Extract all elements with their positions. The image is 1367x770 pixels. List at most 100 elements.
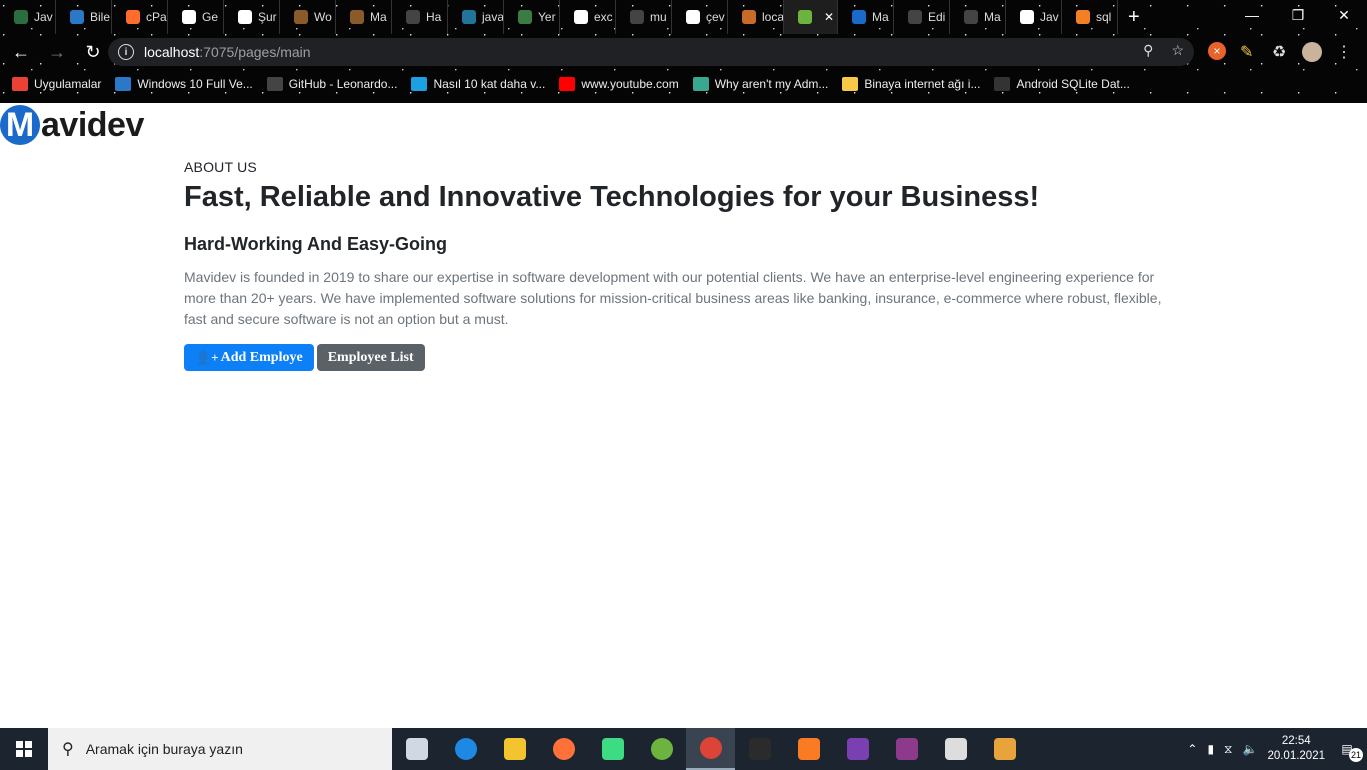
browser-tab[interactable]: Ma [336, 0, 392, 34]
browser-tab[interactable]: Jav [0, 0, 56, 34]
clock[interactable]: 22:54 20.01.2021 [1267, 734, 1325, 764]
bookmark-item[interactable]: Uygulamalar [12, 77, 101, 91]
browser-tab[interactable]: Ha [392, 0, 448, 34]
browser-tab[interactable]: exc [560, 0, 616, 34]
browser-tab[interactable]: loca [728, 0, 784, 34]
browser-tab[interactable]: Bile [56, 0, 112, 34]
bookmark-label: Android SQLite Dat... [1016, 77, 1130, 91]
address-bar[interactable]: i localhost:7075/pages/main ⚲ ☆ [108, 38, 1194, 66]
browser-tab[interactable]: Jav [1006, 0, 1062, 34]
browser-tab[interactable]: Ge [168, 0, 224, 34]
bookmark-label: Uygulamalar [34, 77, 102, 91]
spring-icon [650, 738, 673, 760]
browser-tab[interactable]: sql [1062, 0, 1118, 34]
bookmark-item[interactable]: Android SQLite Dat... [994, 77, 1130, 91]
reload-icon[interactable]: ↻ [78, 37, 108, 67]
tab-label: Jav [1040, 10, 1059, 24]
git-icon [944, 738, 967, 760]
start-button[interactable] [0, 728, 48, 770]
taskbar-app[interactable] [735, 728, 784, 770]
notification-center[interactable]: ▤ 21 [1335, 738, 1363, 762]
browser-tab[interactable]: Şur [224, 0, 280, 34]
bookmark-favicon-icon [12, 77, 28, 91]
back-icon[interactable]: ← [6, 37, 36, 67]
page-title: Fast, Reliable and Innovative Technologi… [184, 181, 1040, 213]
bookmark-favicon-icon [994, 77, 1011, 91]
avatar[interactable] [1302, 42, 1322, 62]
tab-favicon-icon [686, 10, 700, 24]
add-employee-button[interactable]: 👤+ Add Employe [184, 344, 314, 371]
bookmark-item[interactable]: Why aren't my Adm... [692, 77, 828, 91]
zoom-icon[interactable]: ⚲ [1143, 42, 1153, 59]
windows-icon [16, 741, 32, 757]
bookmark-item[interactable]: Nasıl 10 kat daha v... [411, 77, 545, 91]
browser-tab[interactable]: java [448, 0, 504, 34]
section-subtitle: Hard-Working And Easy-Going [184, 234, 448, 254]
extension-icon[interactable]: × [1208, 42, 1226, 60]
browser-tab[interactable]: Ma [950, 0, 1006, 34]
puzzle-icon[interactable]: ♻ [1272, 42, 1286, 62]
bookmarks-bar: Uygulamalar Windows 10 Full Ve... GitHub -… [0, 70, 1367, 98]
terminal-icon [748, 738, 771, 760]
add-user-icon: 👤+ [195, 349, 219, 365]
tab-favicon-icon [406, 10, 420, 24]
menu-icon[interactable]: ⋮ [1336, 42, 1352, 62]
star-icon[interactable]: ☆ [1171, 42, 1184, 59]
wifi-icon[interactable]: ⧖ [1224, 742, 1232, 757]
file-explorer-icon [503, 738, 526, 760]
site-logo[interactable]: M avidev [0, 105, 144, 145]
firefox-icon [552, 738, 575, 760]
taskbar-app[interactable] [539, 728, 588, 770]
tab-label: Yer [538, 10, 556, 24]
taskbar-app[interactable] [833, 728, 882, 770]
taskbar-app[interactable] [784, 728, 833, 770]
tab-close-icon[interactable]: ✕ [824, 10, 834, 24]
tab-favicon-icon [574, 10, 588, 24]
tab-strip: Jav Bile cPa Ge Şur Wo Ma Ha java Yer exc mu çev loca… [0, 0, 1367, 34]
browser-tab[interactable]: mu [616, 0, 672, 34]
bookmark-item[interactable]: Binaya internet ağı i... [842, 77, 980, 91]
taskbar-app[interactable] [882, 728, 931, 770]
chevron-up-icon[interactable]: ⌃ [1187, 742, 1197, 756]
browser-tab[interactable]: çev [672, 0, 728, 34]
taskbar-app[interactable] [441, 728, 490, 770]
logo-mark: M [0, 105, 40, 145]
taskbar-apps [392, 728, 1029, 770]
browser-tab[interactable]: ✕ [784, 0, 838, 34]
browser-tab[interactable]: Wo [280, 0, 336, 34]
chrome-icon [699, 737, 722, 759]
info-icon[interactable]: i [118, 44, 134, 60]
bookmark-label: Windows 10 Full Ve... [137, 77, 253, 91]
add-employee-label: Add Employe [220, 349, 303, 365]
taskbar-app[interactable] [686, 728, 735, 770]
browser-tab[interactable]: Yer [504, 0, 560, 34]
bookmark-item[interactable]: www.youtube.com [559, 77, 679, 91]
tab-label: Ma [984, 10, 1001, 24]
taskbar-app[interactable] [588, 728, 637, 770]
taskbar-app[interactable] [980, 728, 1029, 770]
maximize-icon[interactable]: ❐ [1275, 0, 1321, 30]
bookmark-item[interactable]: GitHub - Leonardo... [266, 77, 397, 91]
battery-icon[interactable]: ▮ [1207, 742, 1214, 756]
tab-label: Ge [202, 10, 219, 24]
tab-label: cPa [146, 10, 167, 24]
volume-muted-icon[interactable]: 🔈 [1242, 742, 1257, 756]
close-icon[interactable]: ✕ [1321, 0, 1367, 30]
tab-favicon-icon [908, 10, 922, 24]
taskbar-app[interactable] [490, 728, 539, 770]
forward-icon[interactable]: → [42, 37, 72, 67]
taskbar-app[interactable] [931, 728, 980, 770]
browser-tab[interactable]: Edi [894, 0, 950, 34]
new-tab-icon[interactable]: + [1118, 6, 1140, 29]
taskbar-app[interactable] [637, 728, 686, 770]
taskbar-app[interactable] [392, 728, 441, 770]
tab-favicon-icon [518, 10, 532, 24]
system-tray: ⌃ ▮ ⧖ 🔈 22:54 20.01.2021 ▤ 21 [1187, 728, 1367, 770]
browser-tab[interactable]: cPa [112, 0, 168, 34]
pen-extension-icon[interactable]: ✎ [1240, 42, 1253, 62]
browser-tab[interactable]: Ma [838, 0, 894, 34]
employee-list-button[interactable]: Employee List [316, 344, 425, 371]
minimize-icon[interactable]: — [1229, 0, 1275, 30]
bookmark-item[interactable]: Windows 10 Full Ve... [115, 77, 253, 91]
taskbar-search[interactable]: ⚲ Aramak için buraya yazın [48, 728, 392, 770]
